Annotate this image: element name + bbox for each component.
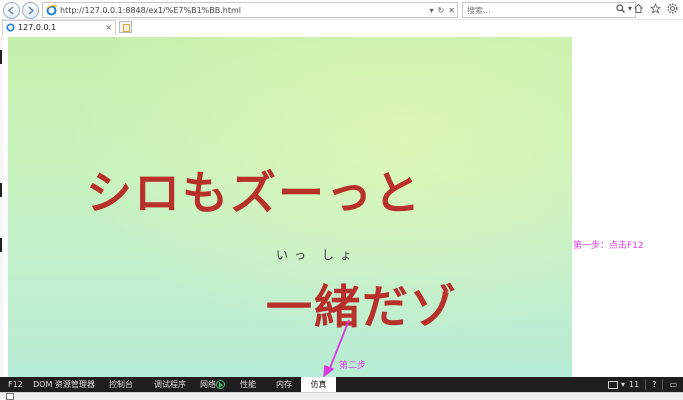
- devtools-panel-top: [0, 392, 683, 400]
- tab-dom-explorer[interactable]: DOM 资源管理器: [33, 377, 95, 392]
- tab-title: 127.0.0.1: [18, 23, 57, 32]
- search-dropdown-icon[interactable]: ▾: [628, 4, 632, 13]
- toolbar-icons: [633, 3, 678, 14]
- devtools-bar: F12 DOM 资源管理器 控制台 调试程序 网络 性能 内存 仿真 ▾ 11 …: [0, 377, 683, 392]
- help-button[interactable]: ?: [652, 380, 656, 389]
- search-input[interactable]: [467, 4, 607, 16]
- separator: [662, 379, 664, 390]
- browser-window: http://127.0.0.1:8848/ex1/%E7%B1%BB.html…: [0, 0, 683, 400]
- device-count: 11: [629, 380, 640, 389]
- tab-memory[interactable]: 内存: [276, 377, 292, 392]
- address-tools: ▾ ↻ ✕: [430, 4, 455, 17]
- forward-icon: [28, 6, 35, 15]
- stop-icon[interactable]: ✕: [448, 6, 455, 15]
- monitor-icon[interactable]: [607, 380, 618, 389]
- back-button[interactable]: [3, 2, 20, 19]
- gear-icon[interactable]: [667, 3, 678, 14]
- tab-close-icon[interactable]: ×: [105, 22, 112, 34]
- devtools-f12-label: F12: [8, 380, 23, 389]
- separator: [645, 379, 647, 390]
- address-box[interactable]: http://127.0.0.1:8848/ex1/%E7%B1%BB.html…: [42, 2, 458, 18]
- dropdown-icon[interactable]: ▾: [621, 380, 625, 389]
- panel-icon[interactable]: [6, 393, 14, 400]
- refresh-icon[interactable]: ↻: [438, 6, 445, 15]
- search-tools: ▾: [616, 4, 632, 13]
- dropdown-icon[interactable]: ▾: [430, 6, 434, 15]
- devtools-right-tools: ▾ 11 ? ▭: [607, 377, 683, 392]
- tab-emulation[interactable]: 仿真: [301, 377, 336, 392]
- new-tab-button[interactable]: [119, 21, 132, 33]
- address-bar-row: http://127.0.0.1:8848/ex1/%E7%B1%BB.html…: [0, 0, 683, 20]
- tab-network[interactable]: 网络: [200, 377, 216, 392]
- tab-console[interactable]: 控制台: [109, 377, 133, 392]
- tab-row: 127.0.0.1 ×: [0, 20, 683, 35]
- forward-button[interactable]: [22, 2, 39, 19]
- url-text[interactable]: http://127.0.0.1:8848/ex1/%E7%B1%BB.html: [60, 4, 241, 17]
- play-icon[interactable]: [216, 380, 225, 389]
- star-icon[interactable]: [650, 3, 661, 14]
- back-icon: [7, 6, 14, 15]
- tab-debugger[interactable]: 调试程序: [154, 377, 186, 392]
- search-box[interactable]: ▾: [462, 2, 636, 18]
- search-icon[interactable]: [616, 4, 625, 13]
- ie-logo-icon: [46, 5, 57, 16]
- page-content: シロもズーっと いっ しょ 一緒だゾ 第一步：点击F12 第二步: [0, 35, 683, 377]
- home-icon[interactable]: [633, 3, 644, 14]
- ie-tab-icon: [6, 23, 15, 32]
- undock-icon[interactable]: ▭: [669, 380, 677, 389]
- tab-performance[interactable]: 性能: [240, 377, 256, 392]
- tab-current[interactable]: 127.0.0.1 ×: [2, 20, 116, 35]
- annotation-arrow: [323, 319, 350, 377]
